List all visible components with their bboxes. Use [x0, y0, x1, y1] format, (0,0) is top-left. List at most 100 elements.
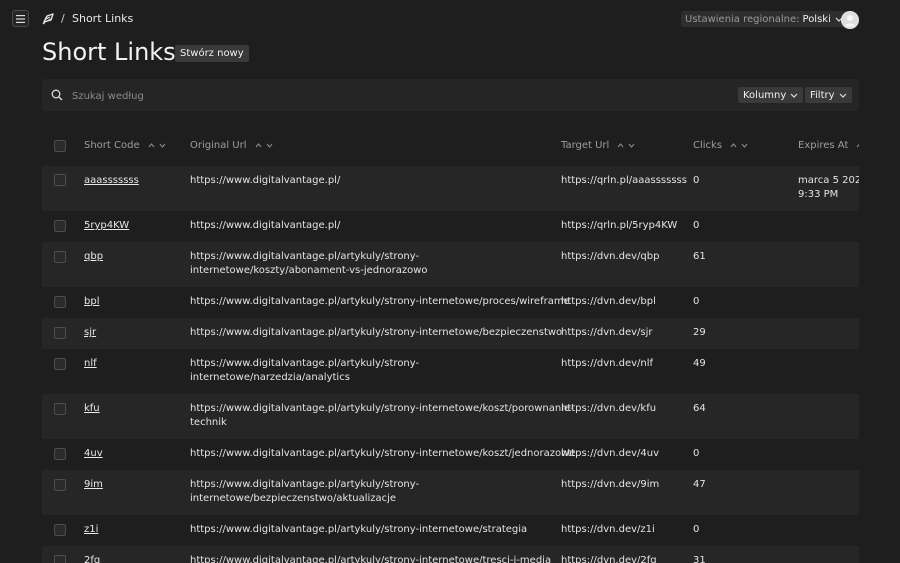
hamburger-menu-button[interactable]: [12, 10, 29, 27]
clicks-count: 0: [693, 296, 700, 307]
column-header-expires-at[interactable]: Expires At: [798, 140, 859, 151]
row-checkbox[interactable]: [54, 358, 66, 370]
chevron-down-icon: [790, 93, 798, 98]
clicks-count: 0: [693, 220, 700, 231]
locale-value: Polski: [802, 13, 831, 25]
table-row[interactable]: 4uv https://www.digitalvantage.pl/artyku…: [42, 439, 859, 470]
table-row[interactable]: 5ryp4KW https://www.digitalvantage.pl/ h…: [42, 211, 859, 242]
row-checkbox[interactable]: [54, 251, 66, 263]
table-row[interactable]: qbp https://www.digitalvantage.pl/artyku…: [42, 242, 859, 287]
short-code-link[interactable]: 5ryp4KW: [84, 219, 129, 233]
short-code-link[interactable]: 4uv: [84, 447, 103, 461]
original-url: https://www.digitalvantage.pl/artykuly/s…: [190, 358, 420, 383]
column-header-original-url[interactable]: Original Url: [190, 140, 277, 151]
table-row[interactable]: aaasssssss https://www.digitalvantage.pl…: [42, 166, 859, 211]
user-avatar[interactable]: [841, 11, 859, 29]
clicks-count: 0: [693, 175, 700, 186]
sort-arrows-icon[interactable]: [255, 143, 277, 148]
row-checkbox[interactable]: [54, 403, 66, 415]
target-url: https://dvn.dev/sjr: [561, 327, 653, 338]
row-checkbox[interactable]: [54, 327, 66, 339]
short-code-link[interactable]: nlf: [84, 357, 97, 371]
column-header-target-url[interactable]: Target Url: [561, 140, 639, 151]
table-row[interactable]: z1i https://www.digitalvantage.pl/artyku…: [42, 515, 859, 546]
clicks-count: 61: [693, 251, 706, 262]
short-links-table: Short Code Original Url Target Url Click…: [42, 127, 859, 563]
filters-button[interactable]: Filtry: [805, 87, 852, 103]
filters-label: Filtry: [810, 89, 835, 101]
locale-selector[interactable]: Ustawienia regionalne: Polski: [681, 11, 849, 27]
row-checkbox[interactable]: [54, 220, 66, 232]
short-code-link[interactable]: bpl: [84, 295, 99, 309]
row-checkbox[interactable]: [54, 479, 66, 491]
row-checkbox[interactable]: [54, 296, 66, 308]
table-row[interactable]: 2fq https://www.digitalvantage.pl/artyku…: [42, 546, 859, 563]
columns-label: Kolumny: [743, 89, 787, 101]
search-toolbar: Kolumny Filtry: [42, 79, 859, 111]
top-bar: / Short Links Ustawienia regionalne: Pol…: [0, 0, 900, 38]
short-code-link[interactable]: kfu: [84, 402, 100, 416]
table-row[interactable]: nlf https://www.digitalvantage.pl/artyku…: [42, 349, 859, 394]
sort-arrows-icon[interactable]: [730, 143, 752, 148]
target-url: https://dvn.dev/2fq: [561, 555, 657, 563]
original-url: https://www.digitalvantage.pl/artykuly/s…: [190, 403, 574, 428]
column-label: Expires At: [798, 140, 849, 151]
short-code-link[interactable]: sjr: [84, 326, 96, 340]
target-url: https://qrln.pl/5ryp4KW: [561, 220, 678, 231]
table-row[interactable]: sjr https://www.digitalvantage.pl/artyku…: [42, 318, 859, 349]
original-url: https://www.digitalvantage.pl/artykuly/s…: [190, 327, 563, 338]
clicks-count: 31: [693, 555, 706, 563]
row-checkbox[interactable]: [54, 524, 66, 536]
table-row[interactable]: kfu https://www.digitalvantage.pl/artyku…: [42, 394, 859, 439]
clicks-count: 49: [693, 358, 706, 369]
row-checkbox[interactable]: [54, 555, 66, 563]
create-new-button[interactable]: Stwórz nowy: [175, 45, 249, 62]
column-header-clicks[interactable]: Clicks: [693, 140, 752, 151]
short-code-link[interactable]: 2fq: [84, 554, 100, 563]
original-url: https://www.digitalvantage.pl/artykuly/s…: [190, 448, 576, 459]
column-label: Clicks: [693, 140, 723, 151]
original-url: https://www.digitalvantage.pl/artykuly/s…: [190, 524, 528, 535]
row-checkbox[interactable]: [54, 174, 66, 186]
sort-arrows-icon[interactable]: [148, 143, 170, 148]
hamburger-icon: [16, 14, 25, 23]
locale-label: Ustawienia regionalne:: [685, 13, 800, 25]
search-input[interactable]: [70, 86, 474, 106]
columns-button[interactable]: Kolumny: [738, 87, 804, 103]
target-url: https://dvn.dev/bpl: [561, 296, 656, 307]
short-code-link[interactable]: 9im: [84, 478, 103, 492]
short-code-link[interactable]: qbp: [84, 250, 103, 264]
breadcrumb-current: Short Links: [72, 12, 134, 25]
target-url: https://dvn.dev/qbp: [561, 251, 660, 262]
select-all-checkbox[interactable]: [54, 140, 66, 152]
target-url: https://dvn.dev/nlf: [561, 358, 654, 369]
target-url: https://qrln.pl/aaasssssss: [561, 175, 687, 186]
sort-arrows-icon[interactable]: [617, 143, 639, 148]
rocket-logo-icon[interactable]: [42, 12, 56, 26]
table-row[interactable]: bpl https://www.digitalvantage.pl/artyku…: [42, 287, 859, 318]
target-url: https://dvn.dev/z1i: [561, 524, 655, 535]
clicks-count: 0: [693, 448, 700, 459]
target-url: https://dvn.dev/9im: [561, 479, 660, 490]
short-code-link[interactable]: z1i: [84, 523, 98, 537]
column-label: Target Url: [561, 140, 610, 151]
column-label: Original Url: [190, 140, 247, 151]
target-url: https://dvn.dev/4uv: [561, 448, 660, 459]
column-label: Short Code: [84, 140, 140, 151]
original-url: https://www.digitalvantage.pl/artykuly/s…: [190, 555, 552, 563]
expires-at: marca 5 2026 9:33 PM: [798, 175, 859, 200]
search-icon: [51, 89, 63, 101]
table-row[interactable]: 9im https://www.digitalvantage.pl/artyku…: [42, 470, 859, 515]
short-code-link[interactable]: aaasssssss: [84, 174, 139, 188]
clicks-count: 0: [693, 524, 700, 535]
original-url: https://www.digitalvantage.pl/: [190, 220, 341, 231]
page-title: Short Links: [42, 38, 176, 66]
sort-arrows-icon[interactable]: [856, 143, 859, 148]
clicks-count: 64: [693, 403, 706, 414]
clicks-count: 29: [693, 327, 706, 338]
breadcrumb-separator: /: [61, 12, 65, 25]
row-checkbox[interactable]: [54, 448, 66, 460]
chevron-down-icon: [839, 93, 847, 98]
target-url: https://dvn.dev/kfu: [561, 403, 657, 414]
column-header-short-code[interactable]: Short Code: [84, 140, 170, 151]
